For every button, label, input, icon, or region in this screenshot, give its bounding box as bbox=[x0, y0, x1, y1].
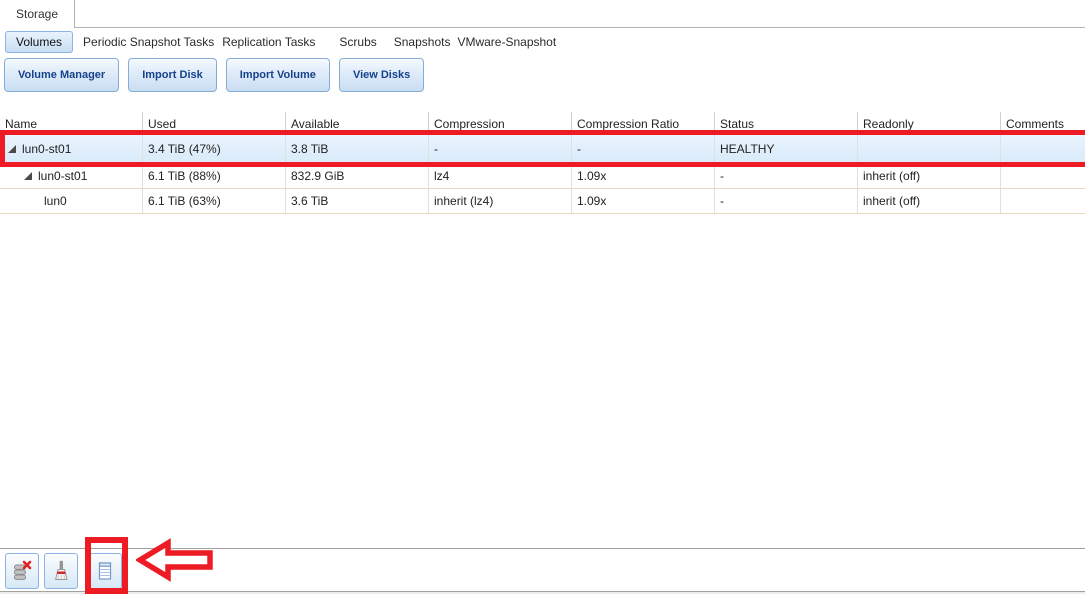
status-cell: - bbox=[715, 164, 858, 188]
column-header-status[interactable]: Status bbox=[715, 112, 858, 133]
used-cell: 6.1 TiB (88%) bbox=[143, 164, 286, 188]
name-cell: lun0-st01 bbox=[0, 134, 143, 163]
status-cell: HEALTHY bbox=[715, 134, 858, 163]
table-row-lun0-st01-pool[interactable]: lun0-st01 3.4 TiB (47%) 3.8 TiB - - HEAL… bbox=[0, 134, 1085, 164]
broom-icon bbox=[54, 560, 68, 580]
expander-icon[interactable] bbox=[8, 144, 16, 153]
view-disks-button[interactable]: View Disks bbox=[338, 58, 425, 92]
compression-ratio-cell: 1.09x bbox=[572, 189, 715, 213]
subtab-replication-tasks[interactable]: Replication Tasks bbox=[222, 35, 315, 49]
compression-cell: inherit (lz4) bbox=[429, 189, 572, 213]
column-header-name[interactable]: Name bbox=[0, 112, 143, 133]
comments-cell bbox=[1001, 164, 1085, 188]
tabbar-divider bbox=[75, 27, 1085, 28]
status-sheet-icon bbox=[98, 562, 112, 580]
compression-ratio-cell: 1.09x bbox=[572, 164, 715, 188]
import-disk-button[interactable]: Import Disk bbox=[128, 58, 217, 92]
tab-storage[interactable]: Storage bbox=[0, 0, 75, 28]
compression-cell: - bbox=[429, 134, 572, 163]
annotation-arrow-left bbox=[136, 538, 213, 582]
compression-ratio-cell: - bbox=[572, 134, 715, 163]
column-header-readonly[interactable]: Readonly bbox=[858, 112, 1001, 133]
name-cell: lun0-st01 bbox=[0, 164, 143, 188]
table-header-row: Name Used Available Compression Compress… bbox=[0, 112, 1085, 134]
volumes-table: Name Used Available Compression Compress… bbox=[0, 112, 1085, 214]
column-header-comments[interactable]: Comments bbox=[1001, 112, 1085, 133]
subtab-volumes[interactable]: Volumes bbox=[5, 31, 74, 53]
action-button-row: Volume Manager Import Disk Import Volume… bbox=[4, 58, 433, 92]
import-volume-button[interactable]: Import Volume bbox=[225, 58, 330, 92]
database-delete-icon bbox=[14, 560, 32, 580]
zvol-name: lun0 bbox=[44, 194, 67, 208]
table-row-lun0-st01-dataset[interactable]: lun0-st01 6.1 TiB (88%) 832.9 GiB lz4 1.… bbox=[0, 164, 1085, 189]
volume-manager-button[interactable]: Volume Manager bbox=[4, 58, 120, 92]
subtab-periodic-snapshot-tasks[interactable]: Periodic Snapshot Tasks bbox=[83, 35, 214, 49]
readonly-cell: inherit (off) bbox=[858, 189, 1001, 213]
available-cell: 832.9 GiB bbox=[286, 164, 429, 188]
comments-cell bbox=[1001, 189, 1085, 213]
readonly-cell: inherit (off) bbox=[858, 164, 1001, 188]
column-header-compression-ratio[interactable]: Compression Ratio bbox=[572, 112, 715, 133]
volume-status-button[interactable] bbox=[88, 553, 122, 589]
column-header-compression[interactable]: Compression bbox=[429, 112, 572, 133]
used-cell: 6.1 TiB (63%) bbox=[143, 189, 286, 213]
subtab-vmware-snapshot[interactable]: VMware-Snapshot bbox=[457, 35, 556, 49]
comments-cell bbox=[1001, 134, 1085, 163]
name-cell: lun0 bbox=[0, 189, 143, 213]
subtab-snapshots[interactable]: Snapshots bbox=[394, 35, 451, 49]
compression-cell: lz4 bbox=[429, 164, 572, 188]
available-cell: 3.8 TiB bbox=[286, 134, 429, 163]
readonly-cell bbox=[858, 134, 1001, 163]
available-cell: 3.6 TiB bbox=[286, 189, 429, 213]
detach-volume-button[interactable] bbox=[5, 553, 39, 589]
column-header-available[interactable]: Available bbox=[286, 112, 429, 133]
toolbar-top-divider bbox=[0, 548, 1085, 549]
dataset-name: lun0-st01 bbox=[38, 169, 88, 183]
column-header-used[interactable]: Used bbox=[143, 112, 286, 133]
expander-icon[interactable] bbox=[24, 172, 32, 180]
used-cell: 3.4 TiB (47%) bbox=[143, 134, 286, 163]
table-row-lun0-zvol[interactable]: lun0 6.1 TiB (63%) 3.6 TiB inherit (lz4)… bbox=[0, 189, 1085, 214]
scrub-volume-button[interactable] bbox=[44, 553, 78, 589]
volume-name: lun0-st01 bbox=[22, 141, 72, 156]
subtab-scrubs[interactable]: Scrubs bbox=[339, 35, 376, 49]
subtab-bar: Volumes Periodic Snapshot Tasks Replicat… bbox=[5, 30, 556, 54]
status-cell: - bbox=[715, 189, 858, 213]
